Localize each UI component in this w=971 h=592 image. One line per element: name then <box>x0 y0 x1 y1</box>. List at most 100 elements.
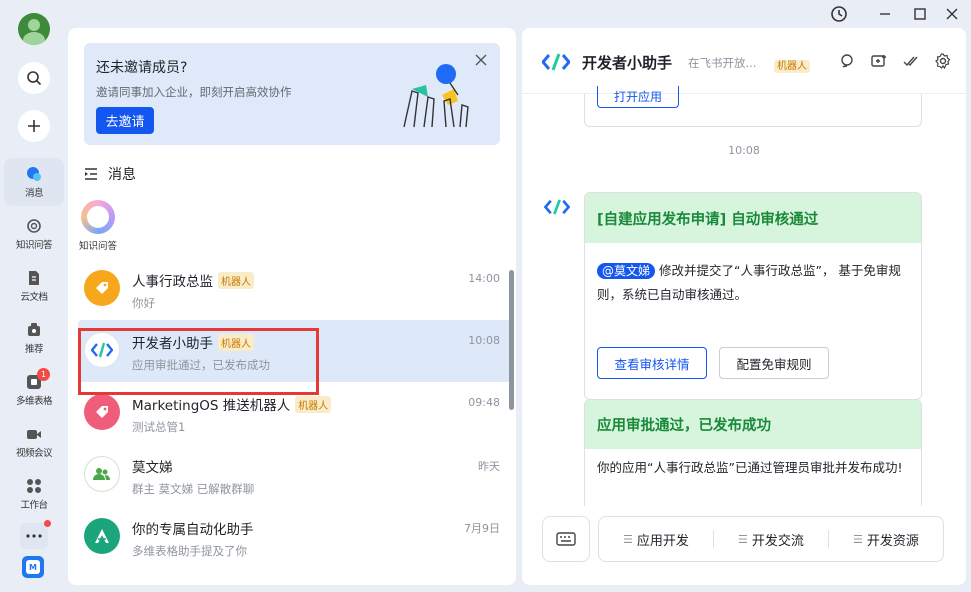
nav-video-meeting[interactable]: 视频会议 <box>4 418 64 466</box>
bot-avatar-icon <box>544 199 570 215</box>
chat-row-mo-wendi[interactable]: 莫文娣 昨天 群主 莫文娣 已解散群聊 <box>78 444 512 506</box>
menu-label: 应用开发 <box>636 533 689 549</box>
chat-header: 开发者小助手 在飞书开放... 机器人 <box>522 28 966 94</box>
chat-preview: 群主 莫文娣 已解散群聊 <box>132 482 255 496</box>
message-timestamp: 10:08 <box>728 144 760 157</box>
user-avatar[interactable] <box>18 13 50 45</box>
invite-banner: 还未邀请成员? 邀请同事加入企业，即刻开启高效协作 去邀请 <box>84 43 500 145</box>
keyboard-icon <box>556 532 576 546</box>
search-button[interactable] <box>18 62 50 94</box>
card-header: 应用审批通过，已发布成功 <box>585 400 921 449</box>
chat-time: 昨天 <box>478 460 500 473</box>
create-button[interactable] <box>18 110 50 142</box>
nav-label: 推荐 <box>24 343 44 355</box>
nav-label: 消息 <box>24 187 44 199</box>
nav-workplace[interactable]: 工作台 <box>4 470 64 518</box>
previous-card-tail: 打开应用 <box>584 86 922 127</box>
messages-section-title: 消息 <box>108 167 136 183</box>
user-mention[interactable]: @莫文娣 <box>597 263 656 279</box>
close-icon[interactable] <box>941 4 963 24</box>
search-icon <box>27 71 42 86</box>
base-table-icon: 1 <box>26 367 50 390</box>
chat-preview: 你好 <box>132 296 155 310</box>
more-apps-button[interactable] <box>20 520 51 549</box>
chat-row-developer-assistant[interactable]: 开发者小助手 机器人 10:08 应用审批通过，已发布成功 <box>78 320 512 382</box>
bot-tag: 机器人 <box>218 271 254 289</box>
plus-icon <box>28 120 40 132</box>
bot-tag: 机器人 <box>295 395 332 413</box>
chat-name: MarketingOS 推送机器人 <box>132 398 291 414</box>
open-app-button[interactable]: 打开应用 <box>597 86 679 108</box>
close-icon <box>475 54 487 66</box>
maximize-icon[interactable] <box>909 4 931 24</box>
menu-app-development[interactable]: ☰ 应用开发 <box>599 516 713 562</box>
invite-button[interactable]: 去邀请 <box>96 107 154 134</box>
knowledge-qa-icon <box>26 218 42 234</box>
minimize-icon[interactable] <box>874 4 896 24</box>
automation-avatar-icon <box>84 518 120 554</box>
chat-search-icon[interactable] <box>838 52 856 70</box>
nav-knowledge-qa[interactable]: 知识问答 <box>4 210 64 258</box>
invite-title: 还未邀请成员? <box>96 60 188 76</box>
invite-illustration <box>403 64 469 128</box>
chat-name: 莫文娣 <box>132 460 173 476</box>
chat-panel: 开发者小助手 在飞书开放... 机器人 打开应用 10:08 [自建应用发布申请… <box>522 28 966 585</box>
chat-preview: 多维表格助手提及了你 <box>132 544 247 558</box>
settings-gear-icon[interactable] <box>934 52 952 70</box>
card-header: [自建应用发布申请] 自动审核通过 <box>585 193 921 243</box>
developer-assistant-logo-icon <box>84 332 120 368</box>
list-scrollbar[interactable] <box>509 270 514 410</box>
tenant-icon: M <box>26 560 40 574</box>
tag-avatar-icon <box>84 270 120 306</box>
chat-bubble-icon <box>26 166 42 182</box>
messages-section-header[interactable]: 消息 <box>84 164 136 184</box>
knowledge-qa-icon <box>81 200 115 234</box>
invite-close-button[interactable] <box>472 51 490 69</box>
more-notify-dot <box>44 520 51 527</box>
menu-label: 开发资源 <box>866 533 919 549</box>
nav-label: 多维表格 <box>15 395 53 407</box>
mark-done-icon[interactable] <box>902 52 920 70</box>
chat-time: 10:08 <box>468 334 500 347</box>
chat-row-marketingos-bot[interactable]: MarketingOS 推送机器人 机器人 09:48 测试总管1 <box>78 382 512 444</box>
nav-base-table[interactable]: 1 多维表格 <box>4 366 64 414</box>
menu-dev-resources[interactable]: ☰ 开发资源 <box>829 516 943 562</box>
developer-assistant-logo-icon <box>542 53 570 71</box>
menu-dev-community[interactable]: ☰ 开发交流 <box>714 516 828 562</box>
nav-recommend[interactable]: 推荐 <box>4 314 64 362</box>
chat-title[interactable]: 开发者小助手 <box>582 52 672 73</box>
auto-review-card: [自建应用发布申请] 自动审核通过 @莫文娣 修改并提交了“人事行政总监”， 基… <box>584 192 922 400</box>
cloud-doc-icon <box>26 270 42 286</box>
chat-row-hr-director[interactable]: 人事行政总监 机器人 14:00 你好 <box>78 258 512 320</box>
keyboard-toggle-button[interactable] <box>542 516 590 562</box>
group-avatar-icon <box>84 456 120 492</box>
recommend-icon <box>26 322 42 338</box>
bot-menu-bar: ☰ 应用开发 ☰ 开发交流 ☰ 开发资源 <box>522 506 966 585</box>
nav-messages[interactable]: 消息 <box>4 158 64 206</box>
view-review-details-button[interactable]: 查看审核详情 <box>597 347 707 379</box>
tenant-switch-button[interactable]: M <box>22 556 44 578</box>
collapse-sidebar-icon <box>85 168 97 180</box>
more-dots-icon <box>26 534 42 538</box>
bot-tag: 机器人 <box>218 333 254 351</box>
invite-description: 邀请同事加入企业，即刻开启高效协作 <box>96 85 292 99</box>
workplace-icon <box>26 478 42 494</box>
card-body-text: 你的应用“人事行政总监”已通过管理员审批并发布成功! <box>597 460 903 475</box>
chat-row-automation-assistant[interactable]: 你的专属自动化助手 7月9日 多维表格助手提及了你 <box>78 506 512 568</box>
pinned-label: 知识问答 <box>78 241 117 252</box>
configure-exemption-rules-button[interactable]: 配置免审规则 <box>719 347 829 379</box>
pinned-knowledge-qa[interactable]: 知识问答 <box>78 200 118 252</box>
card-body: @莫文娣 修改并提交了“人事行政总监”， 基于免审规则，系统已自动审核通过。 <box>597 259 909 307</box>
chat-subtitle: 在飞书开放... <box>688 56 757 70</box>
history-icon[interactable] <box>828 4 850 24</box>
menu-label: 开发交流 <box>751 533 804 549</box>
message-list-panel: 还未邀请成员? 邀请同事加入企业，即刻开启高效协作 去邀请 消息 知识问答 人事… <box>68 28 516 585</box>
nav-label: 视频会议 <box>15 447 53 459</box>
nav-cloud-docs[interactable]: 云文档 <box>4 262 64 310</box>
chat-preview: 测试总管1 <box>132 420 186 434</box>
nav-label: 工作台 <box>20 499 48 511</box>
chat-time: 14:00 <box>468 272 500 285</box>
chat-name: 你的专属自动化助手 <box>132 522 254 538</box>
left-nav-rail: 消息 知识问答 云文档 推荐 1 多维表格 视频会议 工作台 M <box>0 0 68 592</box>
add-tab-icon[interactable] <box>870 52 888 70</box>
